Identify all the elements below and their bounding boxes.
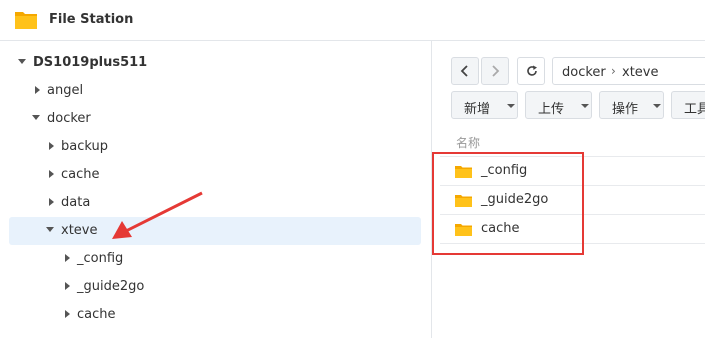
- chevron-right-icon[interactable]: [35, 86, 40, 94]
- action-button-label: 操作: [612, 102, 639, 117]
- chevron-right-icon[interactable]: [49, 142, 54, 150]
- path-breadcrumb[interactable]: docker › xteve: [552, 57, 705, 85]
- tree-item-xteve[interactable]: xteve: [0, 217, 432, 245]
- app-title: File Station: [49, 12, 134, 27]
- back-button[interactable]: [451, 57, 479, 85]
- action-button[interactable]: 操作: [599, 91, 664, 119]
- forward-button[interactable]: [481, 57, 509, 85]
- tree-item-root[interactable]: DS1019plus511: [0, 49, 432, 77]
- tree-item-label: angel: [47, 83, 84, 98]
- tree-item-cache[interactable]: cache: [0, 161, 432, 189]
- create-button-label: 新增: [464, 102, 491, 117]
- tree-item-label: docker: [47, 111, 91, 126]
- create-button[interactable]: 新增: [451, 91, 518, 119]
- caret-down-icon: [507, 104, 515, 108]
- tree-item-label: xteve: [61, 223, 98, 238]
- annotation-arrow-icon: [112, 191, 203, 239]
- breadcrumb-segment[interactable]: docker: [562, 65, 606, 80]
- column-header-name[interactable]: 名称: [456, 134, 480, 151]
- upload-button-label: 上传: [538, 102, 565, 117]
- chevron-right-icon[interactable]: [49, 170, 54, 178]
- refresh-button[interactable]: [517, 57, 545, 85]
- tree-item-label: data: [61, 195, 91, 210]
- tree-item-label: cache: [61, 167, 100, 182]
- refresh-icon: [527, 65, 537, 76]
- tree-item-label: _guide2go: [77, 279, 145, 294]
- chevron-right-icon[interactable]: [49, 198, 54, 206]
- tree-item-config[interactable]: _config: [0, 245, 432, 273]
- tree-item-angel[interactable]: angel: [0, 77, 432, 105]
- chevron-down-icon[interactable]: [18, 59, 26, 64]
- tree-item-docker[interactable]: docker: [0, 105, 432, 133]
- tools-button-label: 工具: [684, 102, 705, 117]
- annotation-highlight-box: [432, 152, 584, 255]
- caret-down-icon: [581, 104, 589, 108]
- tree-item-label: DS1019plus511: [33, 55, 148, 70]
- folder-tree: DS1019plus511 angel docker backup cache …: [0, 41, 432, 338]
- tree-item-cache-sub[interactable]: cache: [0, 301, 432, 329]
- upload-button[interactable]: 上传: [525, 91, 592, 119]
- breadcrumb-separator: ›: [611, 64, 616, 78]
- chevron-down-icon[interactable]: [32, 115, 40, 120]
- tools-button[interactable]: 工具: [671, 91, 705, 119]
- tree-item-label: backup: [61, 139, 108, 154]
- chevron-down-icon[interactable]: [46, 227, 54, 232]
- folder-icon: [15, 12, 37, 29]
- breadcrumb-segment[interactable]: xteve: [622, 65, 658, 80]
- caret-down-icon: [653, 104, 661, 108]
- tree-item-guide2go[interactable]: _guide2go: [0, 273, 432, 301]
- chevron-right-icon[interactable]: [65, 254, 70, 262]
- title-bar: File Station: [0, 0, 705, 41]
- chevron-right-icon[interactable]: [65, 310, 70, 318]
- tree-item-label: cache: [77, 307, 116, 322]
- chevron-right-icon[interactable]: [65, 282, 70, 290]
- chevron-left-icon: [460, 65, 468, 77]
- chevron-right-icon: [492, 65, 500, 77]
- tree-item-backup[interactable]: backup: [0, 133, 432, 161]
- tree-item-data[interactable]: data: [0, 189, 432, 217]
- tree-item-label: _config: [77, 251, 124, 266]
